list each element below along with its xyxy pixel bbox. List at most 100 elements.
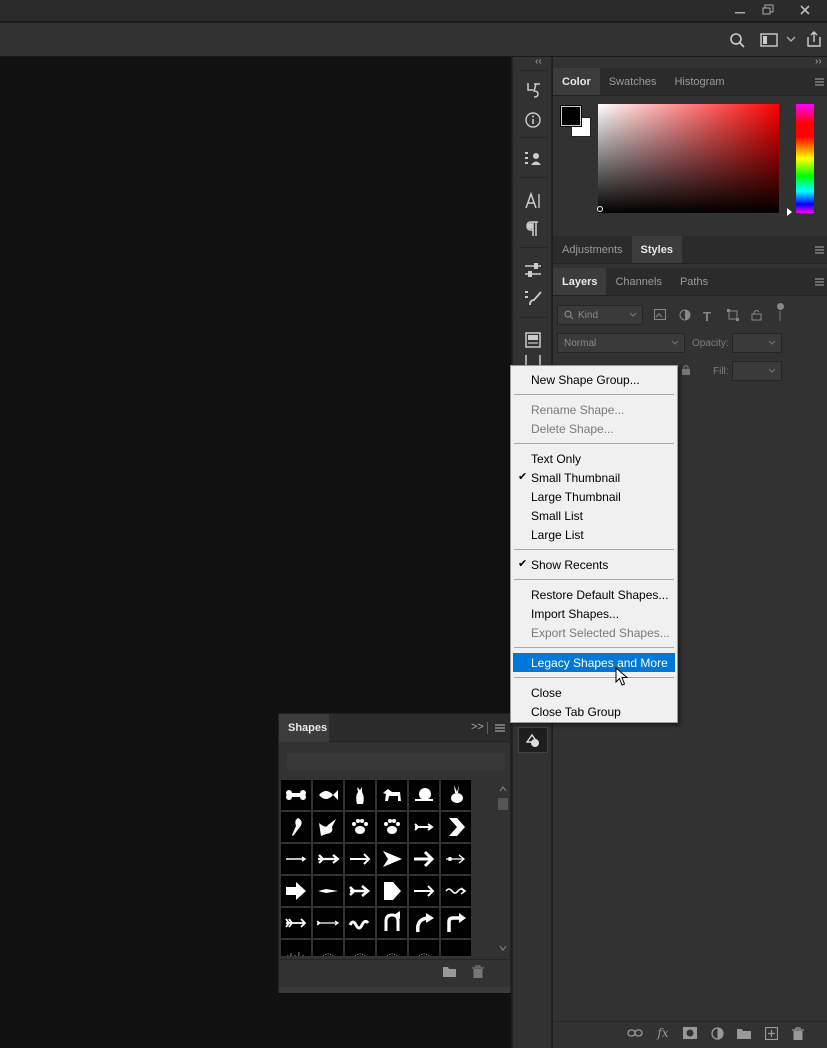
lock-all-icon[interactable]: [681, 364, 691, 375]
arrow-bold-icon[interactable]: [409, 844, 439, 874]
menu-item-restore-default-shapes[interactable]: Restore Default Shapes...: [513, 585, 675, 604]
brush-settings-icon[interactable]: [521, 287, 545, 309]
tab-adjustments[interactable]: Adjustments: [553, 236, 632, 263]
tab-layers[interactable]: Layers: [553, 268, 607, 295]
info-icon[interactable]: [521, 109, 545, 131]
panel-menu-icon[interactable]: [813, 268, 825, 296]
arrow-u-turn-icon[interactable]: [377, 908, 407, 938]
chevron-right-icon[interactable]: [441, 812, 471, 842]
hue-slider-handle[interactable]: [787, 208, 792, 216]
color-picker-cursor[interactable]: [597, 206, 603, 212]
smart-object-filter-icon[interactable]: [751, 309, 763, 321]
collapse-strip-button[interactable]: ‹‹: [535, 56, 542, 67]
paw-print-icon[interactable]: [377, 812, 407, 842]
grass-icon[interactable]: [281, 940, 311, 956]
type-filter-icon[interactable]: T: [703, 309, 711, 324]
arrow-tail-icon[interactable]: [345, 876, 375, 906]
arrow-wave-icon[interactable]: [441, 876, 471, 906]
properties-icon[interactable]: [521, 355, 545, 365]
menu-item-small-list[interactable]: Small List: [513, 506, 675, 525]
arrow-pentagon-icon[interactable]: [377, 876, 407, 906]
scroll-up-icon[interactable]: [499, 786, 507, 792]
arrow-long-icon[interactable]: [313, 908, 343, 938]
menu-item-close[interactable]: Close: [513, 683, 675, 702]
libraries-icon[interactable]: [521, 329, 545, 351]
ornament-icon[interactable]: [345, 940, 375, 956]
arrow-feathered-icon[interactable]: [313, 844, 343, 874]
tab-styles[interactable]: Styles: [631, 236, 682, 263]
close-icon[interactable]: [790, 0, 820, 20]
fill-field[interactable]: [732, 361, 782, 381]
panel-resize-handle[interactable]: [279, 987, 510, 993]
tab-shapes[interactable]: Shapes: [279, 714, 329, 742]
scroll-down-icon[interactable]: [499, 945, 507, 951]
image-filter-icon[interactable]: [654, 309, 666, 320]
menu-item-legacy-shapes-and-more[interactable]: Legacy Shapes and More: [513, 653, 675, 672]
arrow-feather-icon[interactable]: [409, 812, 439, 842]
shape-filter-icon[interactable]: [727, 309, 739, 321]
fx-icon[interactable]: fx: [655, 1025, 671, 1041]
arrow-triangle-icon[interactable]: [377, 844, 407, 874]
dots-icon[interactable]: [441, 940, 471, 956]
shapes-search-input[interactable]: [287, 753, 505, 771]
tab-paths[interactable]: Paths: [671, 268, 717, 295]
rabbit-icon[interactable]: [441, 780, 471, 810]
share-icon[interactable]: [806, 31, 822, 47]
link-icon[interactable]: [627, 1025, 643, 1041]
panel-menu-icon[interactable]: [813, 68, 825, 96]
menu-item-new-shape-group[interactable]: New Shape Group...: [513, 370, 675, 389]
character-icon[interactable]: [521, 190, 545, 212]
dog-icon[interactable]: [377, 780, 407, 810]
filter-toggle[interactable]: [775, 303, 785, 323]
hue-slider[interactable]: [796, 104, 814, 213]
panel-menu-icon[interactable]: [495, 724, 505, 732]
arrow-fletched-icon[interactable]: [281, 908, 311, 938]
tab-histogram[interactable]: Histogram: [665, 68, 733, 95]
restore-icon[interactable]: [753, 0, 783, 20]
menu-item-show-recents[interactable]: ✔ Show Recents: [513, 555, 675, 574]
collapse-panels-button[interactable]: ››: [815, 56, 822, 67]
menu-item-large-list[interactable]: Large List: [513, 525, 675, 544]
arrow-decorative-icon[interactable]: [441, 844, 471, 874]
arrow-thin-icon[interactable]: [281, 844, 311, 874]
bone-icon[interactable]: [281, 780, 311, 810]
shapes-icon[interactable]: [518, 727, 548, 753]
trash-icon[interactable]: [790, 1025, 806, 1041]
layer-filter-select[interactable]: Kind: [557, 305, 643, 325]
color-spectrum-field[interactable]: [598, 104, 779, 213]
arrow-squiggle-icon[interactable]: [345, 908, 375, 938]
arrow-dart-icon[interactable]: [313, 876, 343, 906]
minimize-icon[interactable]: [725, 0, 755, 20]
ornament-icon[interactable]: [377, 940, 407, 956]
adjustment-layer-icon[interactable]: [709, 1025, 725, 1041]
mask-icon[interactable]: [682, 1025, 698, 1041]
ornament-icon[interactable]: [409, 940, 439, 956]
expand-panel-button[interactable]: >>: [471, 721, 484, 733]
scrollbar-thumb[interactable]: [498, 798, 508, 810]
search-icon[interactable]: [729, 32, 745, 48]
tab-channels[interactable]: Channels: [606, 268, 670, 295]
chevron-down-icon[interactable]: [786, 35, 796, 43]
arrow-block-icon[interactable]: [281, 876, 311, 906]
folder-icon[interactable]: [443, 966, 456, 977]
group-folder-icon[interactable]: [736, 1025, 752, 1041]
adjustment-filter-icon[interactable]: [679, 309, 691, 321]
ornament-icon[interactable]: [313, 940, 343, 956]
cat-icon[interactable]: [345, 780, 375, 810]
fish-icon[interactable]: [313, 780, 343, 810]
arrow-corner-icon[interactable]: [441, 908, 471, 938]
layer-comps-icon[interactable]: [521, 148, 545, 170]
paw-print-icon[interactable]: [345, 812, 375, 842]
trash-icon[interactable]: [472, 965, 484, 978]
menu-item-small-thumbnail[interactable]: ✔ Small Thumbnail: [513, 468, 675, 487]
arrow-right-icon[interactable]: [345, 844, 375, 874]
opacity-field[interactable]: [732, 333, 782, 353]
snail-icon[interactable]: [409, 780, 439, 810]
dove-icon[interactable]: [313, 812, 343, 842]
foreground-color-swatch[interactable]: [560, 105, 582, 127]
workspace-icon[interactable]: [760, 33, 778, 47]
adjustments-icon[interactable]: [521, 259, 545, 281]
menu-item-close-tab-group[interactable]: Close Tab Group: [513, 702, 675, 721]
tab-color[interactable]: Color: [553, 68, 600, 95]
parrot-icon[interactable]: [281, 812, 311, 842]
